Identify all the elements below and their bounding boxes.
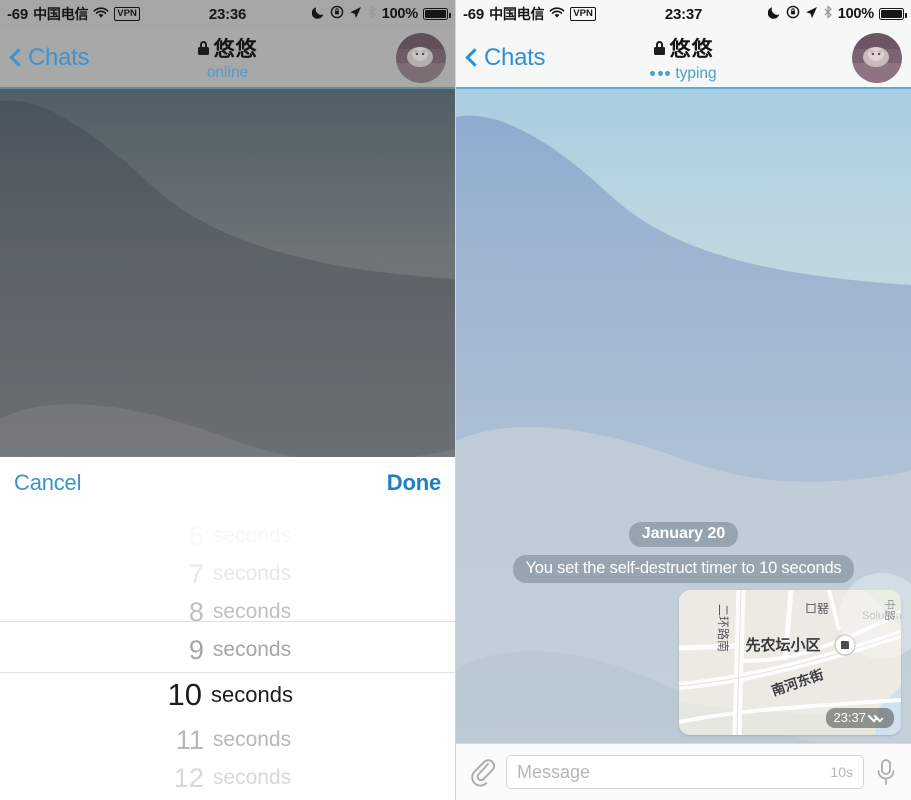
svg-text:先农坛小区: 先农坛小区 xyxy=(745,636,820,654)
left-screen: -69 中国电信 VPN 23:36 100% Chats 悠悠 online … xyxy=(0,0,455,800)
picker-option-value: 10 xyxy=(167,677,203,712)
message-placeholder: Message xyxy=(517,761,591,782)
avatar[interactable] xyxy=(852,32,902,83)
picker-option-unit: seconds xyxy=(211,682,293,707)
picker-option[interactable]: 12 seconds xyxy=(0,759,455,797)
picker-option[interactable]: 6 seconds xyxy=(0,517,455,555)
contact-name: 悠悠 xyxy=(213,37,258,61)
picker-option[interactable]: 11 seconds xyxy=(0,721,455,759)
bluetooth-icon xyxy=(823,5,833,23)
battery-percent: 100% xyxy=(381,6,418,22)
contact-status: typing xyxy=(675,64,717,82)
picker-option-unit: seconds xyxy=(212,766,292,789)
status-bar-left: -69 中国电信 VPN xyxy=(7,4,140,24)
system-message: You set the self-destruct timer to 10 se… xyxy=(512,555,855,583)
contact-name: 悠悠 xyxy=(669,36,714,61)
message-list: January 20 You set the self-destruct tim… xyxy=(456,89,911,743)
status-bar-right: 100% xyxy=(311,5,451,23)
back-label: Chats xyxy=(28,43,90,71)
picker-option-unit: seconds xyxy=(212,600,292,623)
svg-text:二环路南: 二环路南 xyxy=(716,604,731,652)
lock-icon xyxy=(197,41,209,55)
message-timestamp: 23:37 xyxy=(833,710,866,725)
picker-option-unit: seconds xyxy=(212,562,292,585)
battery-full-icon xyxy=(879,8,907,20)
chevron-left-icon xyxy=(465,48,484,67)
do-not-disturb-icon xyxy=(767,5,781,23)
cancel-button[interactable]: Cancel xyxy=(14,470,81,496)
timer-picker-sheet: Cancel Done 6 seconds 7 seconds 8 seconds 9 sec… xyxy=(0,457,455,800)
picker-option[interactable]: 13seconds xyxy=(0,797,455,799)
microphone-icon[interactable] xyxy=(874,756,898,788)
status-bar: -69 中国电信 VPN 23:37 100% xyxy=(456,0,911,28)
carrier-name: 中国电信 xyxy=(33,7,89,23)
picker-option-selected[interactable]: 10 seconds xyxy=(0,669,455,721)
picker-option[interactable]: 7 seconds xyxy=(0,555,455,593)
location-arrow-icon xyxy=(805,6,818,23)
status-bar-right: 100% xyxy=(767,5,907,23)
paperclip-icon[interactable] xyxy=(469,757,496,787)
rotation-lock-icon xyxy=(330,5,344,23)
picker-option-value: 6 xyxy=(188,520,204,551)
picker-option[interactable]: 9 seconds xyxy=(0,631,455,669)
signal-strength: -69 xyxy=(463,5,485,23)
status-bar-left: -69 中国电信 VPN xyxy=(463,4,596,24)
bluetooth-icon xyxy=(367,5,377,23)
nav-bar: Chats 悠悠 typing xyxy=(456,28,911,89)
seconds-picker[interactable]: 6 seconds 7 seconds 8 seconds 9 seconds 10 second… xyxy=(0,509,455,799)
picker-option-value: 9 xyxy=(188,634,204,665)
svg-text:中路: 中路 xyxy=(883,599,896,621)
date-separator: January 20 xyxy=(628,522,739,547)
picker-option-unit: seconds xyxy=(212,638,292,661)
picker-option-value: 11 xyxy=(175,724,204,755)
picker-option-unit: seconds xyxy=(212,728,292,751)
done-button[interactable]: Done xyxy=(387,470,441,496)
picker-option-value: 7 xyxy=(188,558,204,589)
wifi-icon xyxy=(93,6,109,23)
back-to-chats-button[interactable]: Chats xyxy=(465,43,546,72)
picker-option-value: 12 xyxy=(173,762,204,793)
typing-dots-icon xyxy=(650,70,671,76)
back-to-chats-button[interactable]: Chats xyxy=(9,43,90,72)
signal-strength: -69 xyxy=(7,5,29,23)
double-check-icon xyxy=(867,712,887,723)
picker-rows[interactable]: 6 seconds 7 seconds 8 seconds 9 seconds 10 second… xyxy=(0,517,455,799)
message-meta: 23:37 xyxy=(826,708,894,728)
svg-text:器口: 器口 xyxy=(805,601,829,615)
battery-percent: 100% xyxy=(837,6,874,22)
picker-toolbar: Cancel Done xyxy=(0,457,455,509)
battery-full-icon xyxy=(423,8,451,20)
message-input[interactable]: Message 10s xyxy=(506,755,864,789)
carrier-name: 中国电信 xyxy=(489,7,545,23)
chevron-left-icon xyxy=(9,48,28,67)
lock-icon xyxy=(653,40,665,55)
status-bar: -69 中国电信 VPN 23:36 100% xyxy=(0,0,455,28)
message-input-bar: Message 10s xyxy=(456,743,911,800)
picker-option-value: 8 xyxy=(188,596,204,627)
right-screen: -69 中国电信 VPN 23:37 100% Chats 悠悠 typing … xyxy=(455,0,911,800)
wifi-icon xyxy=(549,6,565,23)
nav-bar: Chats 悠悠 online xyxy=(0,28,455,89)
vpn-badge: VPN xyxy=(114,7,140,21)
do-not-disturb-icon xyxy=(311,5,325,23)
rotation-lock-icon xyxy=(786,5,800,23)
location-arrow-icon xyxy=(349,6,362,23)
avatar[interactable] xyxy=(396,32,446,83)
vpn-badge: VPN xyxy=(570,7,596,21)
self-destruct-timer-badge[interactable]: 10s xyxy=(830,764,853,780)
back-label: Chats xyxy=(484,43,546,71)
picker-option-unit: seconds xyxy=(212,524,292,547)
dual-screenshot-root: -69 中国电信 VPN 23:36 100% Chats 悠悠 online … xyxy=(0,0,911,800)
map-message-bubble[interactable]: 先农坛小区 南河东街 二环路南 器口 中路 23:37 xyxy=(679,590,901,735)
picker-option[interactable]: 8 seconds xyxy=(0,593,455,631)
